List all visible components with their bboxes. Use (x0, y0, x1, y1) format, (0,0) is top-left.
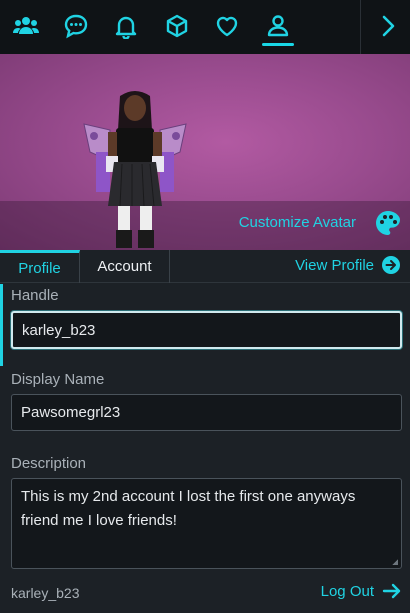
avatar-figure (83, 91, 187, 248)
handle-input[interactable]: karley_b23 (11, 311, 402, 349)
cube-icon[interactable] (161, 10, 193, 42)
view-profile-link[interactable]: View Profile (295, 256, 400, 274)
arrow-right-icon (382, 583, 401, 599)
top-nav (0, 0, 410, 54)
handle-label: Handle (11, 287, 59, 304)
description-label: Description (11, 455, 87, 472)
circle-arrow-right-icon (382, 256, 400, 274)
display-name-label: Display Name (11, 371, 105, 388)
palette-icon[interactable] (374, 209, 402, 237)
display-name-input[interactable]: Pawsomegrl23 (11, 394, 402, 431)
customize-avatar-link[interactable]: Customize Avatar (239, 214, 356, 231)
nav-divider (360, 0, 361, 54)
logout-label: Log Out (320, 582, 374, 600)
bell-icon[interactable] (110, 10, 142, 42)
description-text: This is my 2nd account I lost the first … (21, 488, 356, 529)
heart-icon[interactable] (211, 10, 243, 42)
footer-username: karley_b23 (11, 585, 80, 601)
active-tab-indicator (262, 43, 294, 46)
chat-icon[interactable] (60, 10, 92, 42)
view-profile-label: View Profile (295, 256, 374, 274)
friends-icon[interactable] (10, 10, 42, 42)
chevron-right-icon[interactable] (372, 10, 404, 42)
avatar-preview[interactable]: Customize Avatar (0, 54, 410, 250)
tab-profile[interactable]: Profile (0, 250, 80, 283)
description-textarea[interactable]: This is my 2nd account I lost the first … (11, 478, 402, 569)
user-icon[interactable] (262, 10, 294, 42)
profile-tabs: Profile Account View Profile (0, 250, 410, 283)
tab-account[interactable]: Account (80, 250, 170, 283)
resize-handle[interactable] (392, 559, 398, 565)
logout-button[interactable]: Log Out (321, 582, 402, 600)
active-field-indicator (0, 284, 3, 366)
